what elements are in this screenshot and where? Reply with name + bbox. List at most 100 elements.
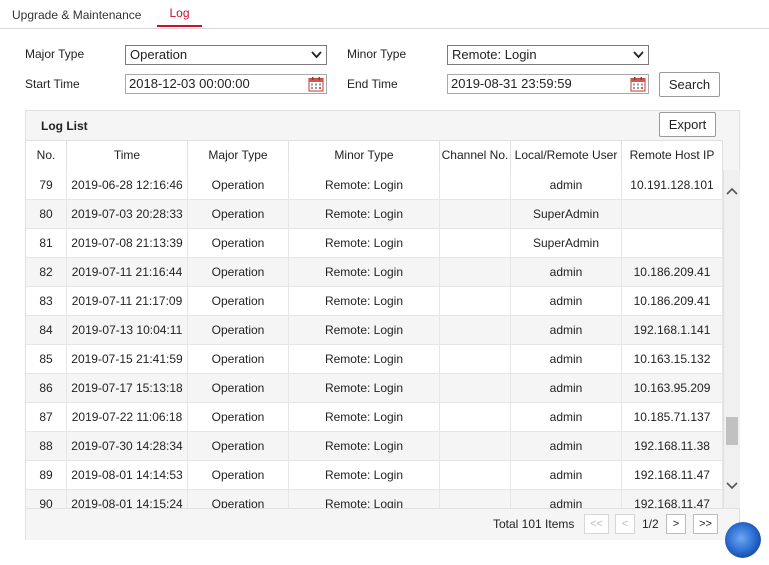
start-time-value: 2018-12-03 00:00:00 [129,76,250,91]
cell-major-type: Operation [188,345,289,373]
cell-time: 2019-06-28 12:16:46 [67,171,188,199]
calendar-icon[interactable] [630,76,646,92]
cell-major-type: Operation [188,374,289,402]
cell-user: admin [511,345,622,373]
cell-minor-type: Remote: Login [289,200,440,228]
cell-remote-host-ip: 192.168.11.47 [622,461,723,489]
cell-user: admin [511,287,622,315]
cell-remote-host-ip: 10.163.15.132 [622,345,723,373]
cell-major-type: Operation [188,171,289,199]
tab-upgrade-maintenance[interactable]: Upgrade & Maintenance [12,0,141,27]
cell-minor-type: Remote: Login [289,258,440,286]
cell-no: 89 [26,461,67,489]
scrollbar-thumb[interactable] [726,417,738,445]
column-header-time: Time [67,141,188,171]
cell-remote-host-ip: 10.185.71.137 [622,403,723,431]
cell-remote-host-ip: 10.191.128.101 [622,171,723,199]
last-page-button[interactable]: >> [693,514,718,534]
cell-channel-no [440,345,511,373]
cell-minor-type: Remote: Login [289,316,440,344]
cell-no: 83 [26,287,67,315]
table-row[interactable]: 88 2019-07-30 14:28:34 Operation Remote: Lo… [26,432,723,461]
cell-user: SuperAdmin [511,229,622,257]
cell-channel-no [440,461,511,489]
end-time-label: End Time [347,77,398,91]
table-header: No. Time Major Type Minor Type Channel N… [26,140,723,172]
cell-major-type: Operation [188,316,289,344]
table-row[interactable]: 80 2019-07-03 20:28:33 Operation Remote: Lo… [26,200,723,229]
cell-channel-no [440,490,511,508]
column-header-no: No. [26,141,67,171]
cell-remote-host-ip: 10.186.209.41 [622,258,723,286]
table-row[interactable]: 82 2019-07-11 21:16:44 Operation Remote: Lo… [26,258,723,287]
cell-minor-type: Remote: Login [289,432,440,460]
cell-major-type: Operation [188,229,289,257]
search-button[interactable]: Search [659,72,720,97]
next-page-button[interactable]: > [666,514,686,534]
scroll-up-icon[interactable] [726,186,738,196]
start-time-label: Start Time [25,77,80,91]
major-type-value: Operation [130,47,188,62]
end-time-field[interactable]: 2019-08-31 23:59:59 [447,74,649,94]
cell-minor-type: Remote: Login [289,287,440,315]
log-table-body: 79 2019-06-28 12:16:46 Operation Remote: Lo… [26,171,723,508]
chevron-down-icon [633,51,644,59]
cell-no: 81 [26,229,67,257]
cell-remote-host-ip [622,229,723,257]
cell-channel-no [440,316,511,344]
cell-minor-type: Remote: Login [289,229,440,257]
minor-type-value: Remote: Login [452,47,537,62]
cell-major-type: Operation [188,200,289,228]
prev-page-button[interactable]: < [615,514,635,534]
export-button[interactable]: Export [659,112,716,137]
table-row[interactable]: 84 2019-07-13 10:04:11 Operation Remote: Lo… [26,316,723,345]
cell-remote-host-ip: 10.163.95.209 [622,374,723,402]
cell-channel-no [440,287,511,315]
table-row[interactable]: 83 2019-07-11 21:17:09 Operation Remote: Lo… [26,287,723,316]
cell-major-type: Operation [188,287,289,315]
cell-remote-host-ip [622,200,723,228]
end-time-value: 2019-08-31 23:59:59 [451,76,572,91]
major-type-label: Major Type [25,47,85,61]
cell-no: 87 [26,403,67,431]
cell-minor-type: Remote: Login [289,490,440,508]
cell-minor-type: Remote: Login [289,461,440,489]
cell-channel-no [440,171,511,199]
table-scrollbar[interactable] [723,170,740,508]
cell-major-type: Operation [188,258,289,286]
chevron-down-icon [311,51,322,59]
table-row[interactable]: 89 2019-08-01 14:14:53 Operation Remote: Lo… [26,461,723,490]
table-row[interactable]: 81 2019-07-08 21:13:39 Operation Remote: Lo… [26,229,723,258]
cell-time: 2019-08-01 14:15:24 [67,490,188,508]
cell-user: admin [511,374,622,402]
cell-no: 88 [26,432,67,460]
cell-time: 2019-07-11 21:16:44 [67,258,188,286]
cell-time: 2019-07-03 20:28:33 [67,200,188,228]
column-header-remote-host-ip: Remote Host IP [622,141,723,171]
major-type-select[interactable]: Operation [125,45,327,65]
table-row[interactable]: 87 2019-07-22 11:06:18 Operation Remote: Lo… [26,403,723,432]
table-row[interactable]: 79 2019-06-28 12:16:46 Operation Remote: Lo… [26,171,723,200]
cell-minor-type: Remote: Login [289,171,440,199]
table-row[interactable]: 90 2019-08-01 14:15:24 Operation Remote: Lo… [26,490,723,508]
table-row[interactable]: 86 2019-07-17 15:13:18 Operation Remote: Lo… [26,374,723,403]
scroll-down-icon[interactable] [726,481,738,491]
cell-minor-type: Remote: Login [289,374,440,402]
column-header-channel-no: Channel No. [440,141,511,171]
cell-user: admin [511,490,622,508]
column-header-minor-type: Minor Type [289,141,440,171]
calendar-icon[interactable] [308,76,324,92]
cell-user: admin [511,461,622,489]
first-page-button[interactable]: << [584,514,609,534]
start-time-field[interactable]: 2018-12-03 00:00:00 [125,74,327,94]
cell-channel-no [440,200,511,228]
minor-type-select[interactable]: Remote: Login [447,45,649,65]
cell-major-type: Operation [188,490,289,508]
floating-assistant-orb-icon[interactable] [725,522,761,558]
cell-no: 82 [26,258,67,286]
cell-time: 2019-08-01 14:14:53 [67,461,188,489]
tab-log[interactable]: Log [157,0,202,27]
cell-time: 2019-07-15 21:41:59 [67,345,188,373]
table-row[interactable]: 85 2019-07-15 21:41:59 Operation Remote: Lo… [26,345,723,374]
tab-bar: Upgrade & Maintenance Log [0,0,769,29]
